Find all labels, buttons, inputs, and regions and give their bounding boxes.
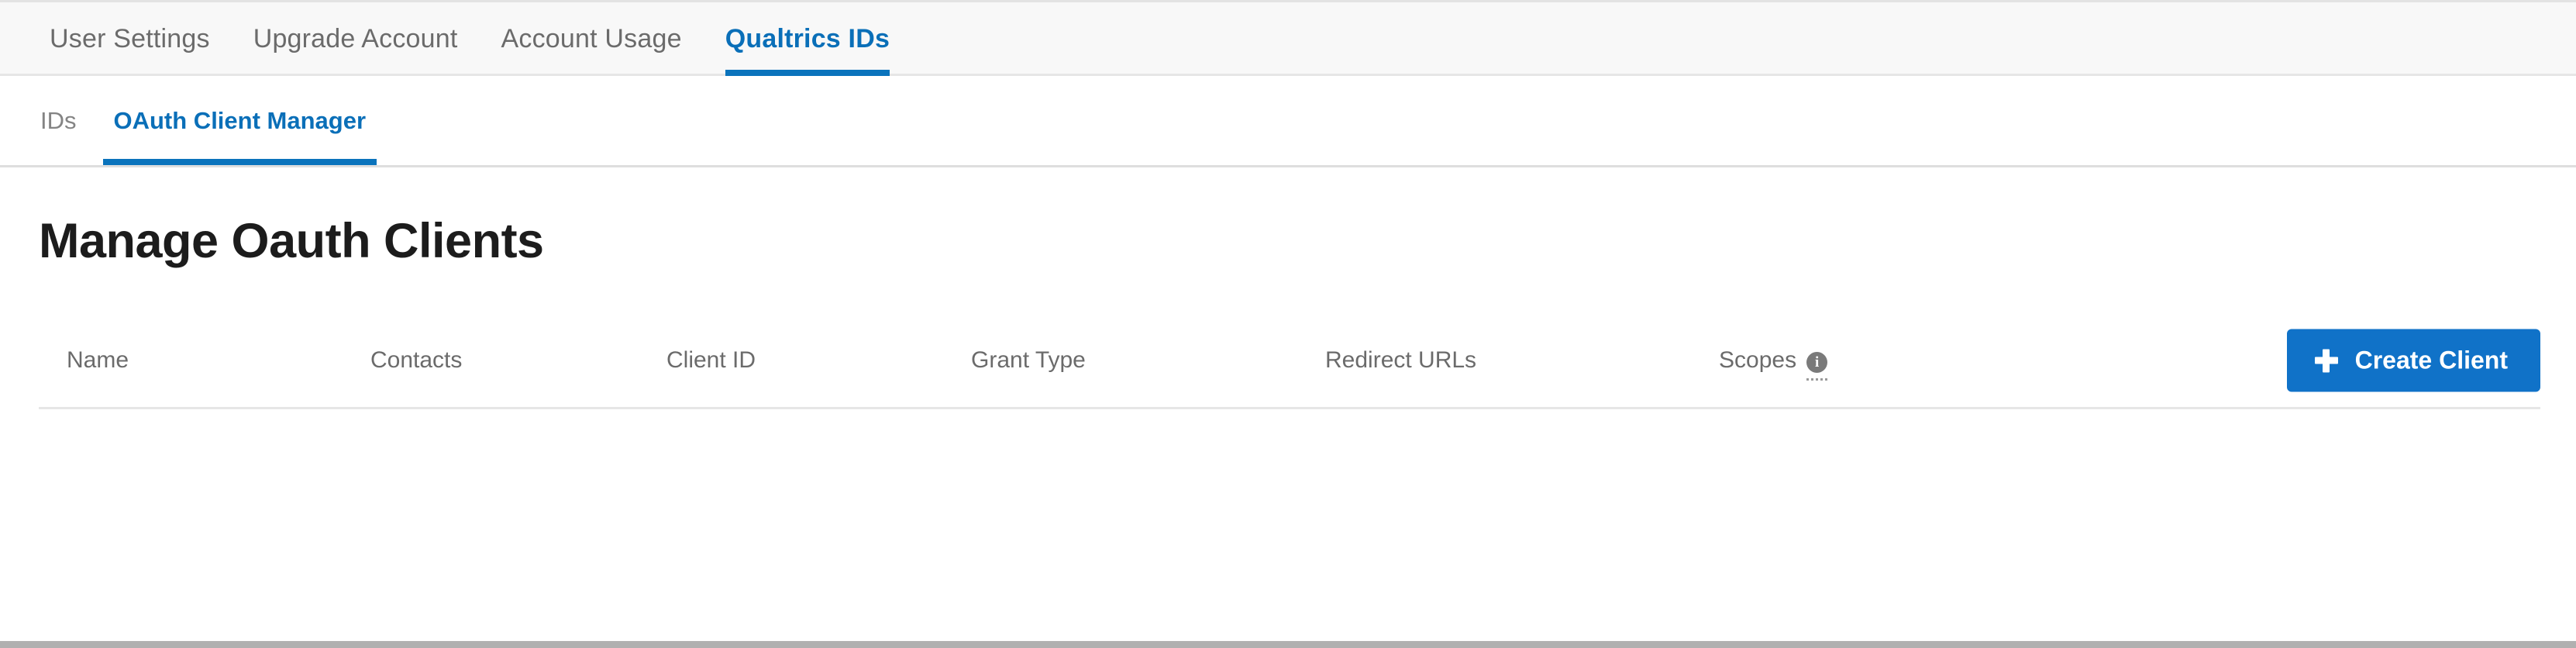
column-header-scopes: Scopes i — [1719, 347, 1828, 381]
tab-upgrade-account[interactable]: Upgrade Account — [232, 2, 480, 76]
subtab-oauth-client-manager-label: OAuth Client Manager — [113, 106, 367, 134]
subtab-oauth-client-manager[interactable]: OAuth Client Manager — [102, 76, 377, 165]
info-icon-underline — [1806, 378, 1828, 381]
plus-icon — [2314, 349, 2338, 372]
column-header-grant-type: Grant Type — [971, 347, 1086, 373]
oauth-clients-table: Name Contacts Client ID Grant Type Redir… — [39, 313, 2540, 564]
subtab-ids[interactable]: IDs — [36, 76, 81, 165]
column-header-redirect-urls: Redirect URLs — [1325, 347, 1477, 373]
oauth-client-manager-page: User Settings Upgrade Account Account Us… — [0, 0, 2576, 648]
subtab-ids-label: IDs — [40, 106, 77, 134]
tab-user-settings-label: User Settings — [50, 24, 210, 53]
primary-nav: User Settings Upgrade Account Account Us… — [0, 2, 2576, 76]
table-body-empty — [39, 409, 2540, 564]
tab-upgrade-account-label: Upgrade Account — [253, 24, 458, 53]
page-title: Manage Oauth Clients — [39, 214, 544, 268]
table-header-row: Name Contacts Client ID Grant Type Redir… — [39, 313, 2540, 409]
main-content: Manage Oauth Clients Name Contacts Clien… — [0, 169, 2576, 641]
secondary-nav: IDs OAuth Client Manager — [0, 76, 2576, 167]
info-icon[interactable]: i — [1806, 352, 1828, 373]
column-header-client-id: Client ID — [666, 347, 756, 373]
tab-account-usage[interactable]: Account Usage — [480, 2, 704, 76]
column-header-contacts: Contacts — [370, 347, 463, 373]
create-client-button-label: Create Client — [2354, 346, 2508, 374]
create-client-button[interactable]: Create Client — [2286, 329, 2540, 392]
scopes-info-wrapper: i — [1806, 347, 1828, 381]
bottom-bar — [0, 641, 2576, 648]
column-header-name: Name — [67, 347, 129, 373]
tab-qualtrics-ids[interactable]: Qualtrics IDs — [704, 2, 911, 76]
column-header-scopes-label: Scopes — [1719, 347, 1797, 373]
tab-account-usage-label: Account Usage — [501, 24, 682, 53]
tab-user-settings[interactable]: User Settings — [28, 2, 232, 76]
tab-qualtrics-ids-label: Qualtrics IDs — [725, 24, 890, 53]
